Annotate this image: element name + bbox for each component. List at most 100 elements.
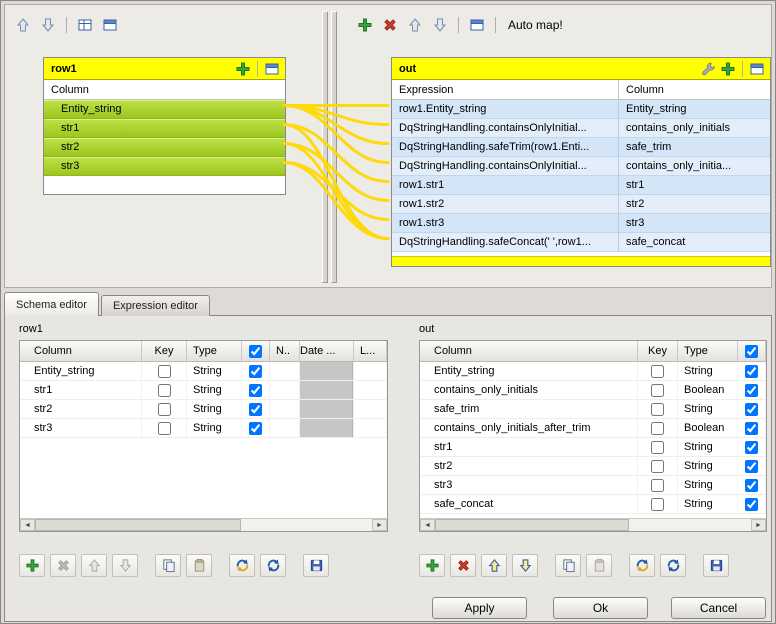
move-up-button[interactable] bbox=[81, 554, 107, 577]
key-cell[interactable] bbox=[638, 476, 678, 494]
out-row[interactable]: row1.Entity_string Entity_string bbox=[392, 100, 770, 119]
add-column-button[interactable] bbox=[419, 554, 445, 577]
column-name-cell[interactable]: str1 bbox=[420, 438, 638, 456]
move-up-icon[interactable] bbox=[13, 15, 33, 35]
column-name-cell[interactable]: str2 bbox=[420, 457, 638, 475]
right-schema-hscrollbar[interactable]: ◄ ► bbox=[420, 518, 766, 531]
settings-wrench-icon[interactable] bbox=[699, 60, 717, 78]
out-row[interactable]: DqStringHandling.safeConcat(' ',row1... … bbox=[392, 233, 770, 252]
row1-column-str2[interactable]: str2 bbox=[44, 138, 285, 157]
row1-column-entity-string[interactable]: Entity_string bbox=[44, 100, 285, 119]
column-name-cell[interactable]: str3 bbox=[20, 419, 142, 437]
schema-row[interactable]: Entity_string String bbox=[420, 362, 766, 381]
schema-row[interactable]: Entity_string String bbox=[20, 362, 387, 381]
scrollbar-thumb[interactable] bbox=[35, 519, 241, 531]
key-cell[interactable] bbox=[142, 381, 187, 399]
scrollbar-track[interactable] bbox=[241, 519, 372, 531]
scrollbar-thumb[interactable] bbox=[435, 519, 629, 531]
add-column-icon[interactable] bbox=[234, 60, 252, 78]
nullable-checkbox[interactable] bbox=[249, 422, 262, 435]
move-down-button[interactable] bbox=[112, 554, 138, 577]
copy-button[interactable] bbox=[555, 554, 581, 577]
ok-button[interactable]: Ok bbox=[553, 597, 648, 619]
column-cell[interactable]: str3 bbox=[619, 214, 770, 232]
row1-title-bar[interactable]: row1 bbox=[44, 58, 285, 80]
nullable-checkbox[interactable] bbox=[745, 403, 758, 416]
type-cell[interactable]: String bbox=[678, 438, 738, 456]
header-type[interactable]: Type bbox=[678, 341, 738, 361]
key-cell[interactable] bbox=[638, 419, 678, 437]
schema-row[interactable]: str2 String bbox=[20, 400, 387, 419]
column-name-cell[interactable]: Entity_string bbox=[20, 362, 142, 380]
nullable-cell[interactable] bbox=[242, 362, 270, 380]
column-name-cell[interactable]: str1 bbox=[20, 381, 142, 399]
row1-column-str3[interactable]: str3 bbox=[44, 157, 285, 176]
sync-columns-button[interactable] bbox=[629, 554, 655, 577]
header-type[interactable]: Type bbox=[187, 341, 242, 361]
pane-divider[interactable] bbox=[321, 11, 339, 283]
type-cell[interactable]: String bbox=[678, 400, 738, 418]
header-nullable-abbrev[interactable]: N.. bbox=[270, 341, 300, 361]
column-cell[interactable]: Entity_string bbox=[619, 100, 770, 118]
out-row[interactable]: DqStringHandling.containsOnlyInitial... … bbox=[392, 157, 770, 176]
key-checkbox[interactable] bbox=[158, 384, 171, 397]
move-down-button[interactable] bbox=[512, 554, 538, 577]
header-column[interactable]: Column bbox=[20, 341, 142, 361]
out-row[interactable]: row1.str1 str1 bbox=[392, 176, 770, 195]
key-cell[interactable] bbox=[142, 419, 187, 437]
schema-row[interactable]: str3 String bbox=[420, 476, 766, 495]
expression-cell[interactable]: row1.str2 bbox=[392, 195, 619, 213]
remove-column-button[interactable] bbox=[450, 554, 476, 577]
paste-button[interactable] bbox=[586, 554, 612, 577]
column-name-cell[interactable]: contains_only_initials_after_trim bbox=[420, 419, 638, 437]
nullable-checkbox[interactable] bbox=[249, 403, 262, 416]
schema-row[interactable]: str3 String bbox=[20, 419, 387, 438]
type-cell[interactable]: String bbox=[187, 362, 242, 380]
type-cell[interactable]: String bbox=[187, 381, 242, 399]
key-checkbox[interactable] bbox=[651, 422, 664, 435]
scrollbar-track[interactable] bbox=[629, 519, 751, 531]
key-checkbox[interactable] bbox=[651, 460, 664, 473]
type-cell[interactable]: String bbox=[678, 476, 738, 494]
schema-row[interactable]: str1 String bbox=[420, 438, 766, 457]
column-cell[interactable]: str1 bbox=[619, 176, 770, 194]
paste-button[interactable] bbox=[186, 554, 212, 577]
expression-cell[interactable]: DqStringHandling.safeTrim(row1.Enti... bbox=[392, 138, 619, 156]
column-name-cell[interactable]: str3 bbox=[420, 476, 638, 494]
minimize-window-icon[interactable] bbox=[467, 15, 487, 35]
key-cell[interactable] bbox=[638, 438, 678, 456]
sync-back-button[interactable] bbox=[260, 554, 286, 577]
key-checkbox[interactable] bbox=[651, 479, 664, 492]
header-key[interactable]: Key bbox=[142, 341, 187, 361]
type-cell[interactable]: String bbox=[678, 362, 738, 380]
type-cell[interactable]: Boolean bbox=[678, 381, 738, 399]
key-cell[interactable] bbox=[142, 362, 187, 380]
column-cell[interactable]: str2 bbox=[619, 195, 770, 213]
out-row[interactable]: row1.str3 str3 bbox=[392, 214, 770, 233]
expression-cell[interactable]: row1.str1 bbox=[392, 176, 619, 194]
minimize-table-icon[interactable] bbox=[263, 60, 281, 78]
key-checkbox[interactable] bbox=[651, 365, 664, 378]
key-cell[interactable] bbox=[638, 400, 678, 418]
nullable-checkbox[interactable] bbox=[249, 384, 262, 397]
select-all-checkbox[interactable] bbox=[745, 345, 758, 358]
minimize-table-icon[interactable] bbox=[748, 60, 766, 78]
nullable-checkbox[interactable] bbox=[745, 422, 758, 435]
sync-back-button[interactable] bbox=[660, 554, 686, 577]
out-hscrollbar[interactable] bbox=[392, 256, 770, 266]
schema-row[interactable]: str2 String bbox=[420, 457, 766, 476]
apply-button[interactable]: Apply bbox=[432, 597, 527, 619]
row1-column-str1[interactable]: str1 bbox=[44, 119, 285, 138]
type-cell[interactable]: String bbox=[678, 495, 738, 513]
out-row[interactable]: row1.str2 str2 bbox=[392, 195, 770, 214]
key-cell[interactable] bbox=[638, 362, 678, 380]
key-cell[interactable] bbox=[638, 495, 678, 513]
nullable-cell[interactable] bbox=[242, 400, 270, 418]
key-cell[interactable] bbox=[142, 400, 187, 418]
remove-output-icon[interactable] bbox=[380, 15, 400, 35]
scroll-left-arrow[interactable]: ◄ bbox=[20, 519, 35, 531]
save-schema-button[interactable] bbox=[703, 554, 729, 577]
copy-button[interactable] bbox=[155, 554, 181, 577]
remove-column-button[interactable] bbox=[50, 554, 76, 577]
add-output-icon[interactable] bbox=[355, 15, 375, 35]
